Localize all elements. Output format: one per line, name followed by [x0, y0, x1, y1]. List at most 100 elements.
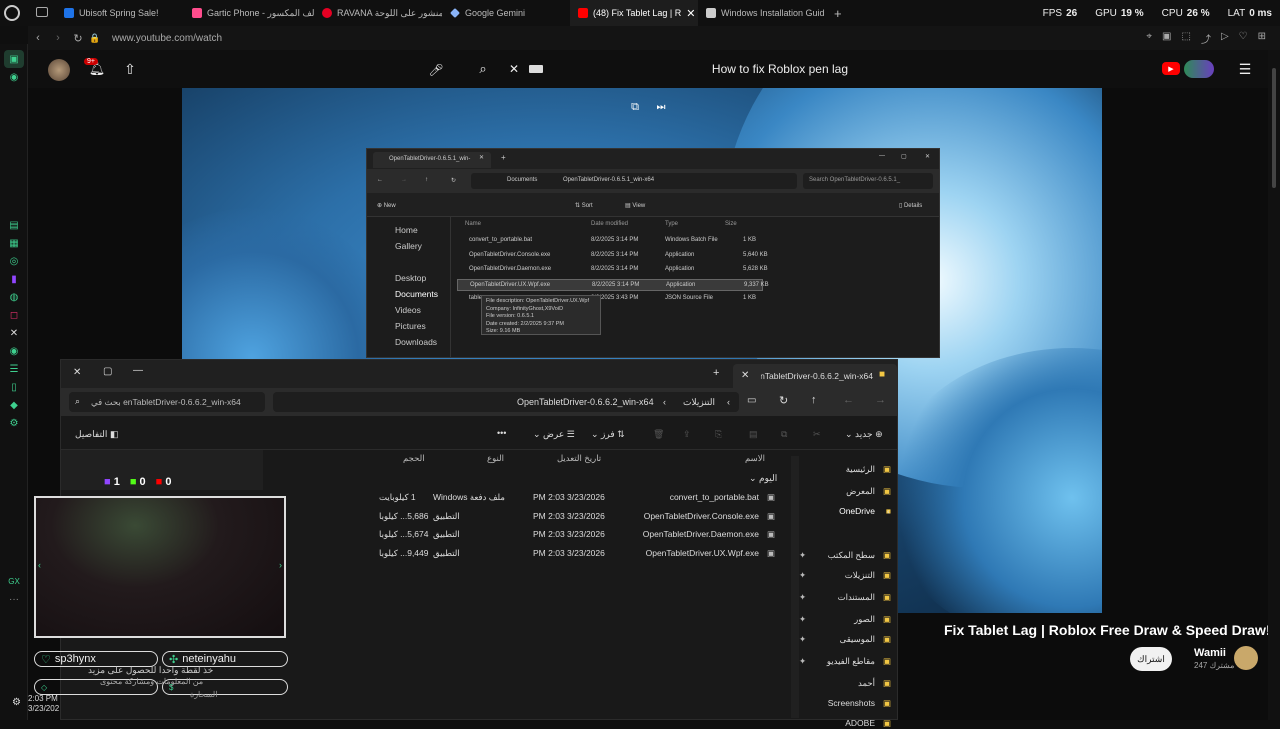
breadcrumb[interactable]: OpenTabletDriver-0.6.6.2_win-x64 ‹ التنز…	[273, 392, 739, 412]
pc-icon[interactable]: ▭	[747, 395, 756, 406]
refresh-icon[interactable]: ↻	[451, 177, 456, 184]
nav-downloads[interactable]: Downloads	[395, 337, 437, 347]
scrollbar[interactable]	[791, 456, 799, 718]
nav-item[interactable]: الصور	[854, 614, 875, 625]
share-icon[interactable]: ⤴	[1201, 31, 1211, 46]
column-size[interactable]: الحجم	[403, 453, 425, 464]
cut-icon[interactable]: ✂	[813, 429, 821, 440]
discord-icon[interactable]: ◉	[0, 68, 28, 86]
nav-desktop[interactable]: Desktop	[395, 273, 426, 283]
pin-icon[interactable]: ✦	[799, 656, 806, 667]
twitch-icon[interactable]: ▮	[0, 270, 28, 288]
skip-next-icon[interactable]: ⏭	[654, 100, 668, 114]
new-button[interactable]: ⊕ New	[377, 202, 396, 209]
pin-icon[interactable]: ✦	[799, 634, 806, 645]
up-icon[interactable]: ↑	[425, 177, 428, 183]
pin-icon[interactable]: ✦	[799, 592, 806, 603]
nav-item[interactable]: مقاطع الفيديو	[827, 656, 875, 667]
refresh-icon[interactable]: ↻	[779, 394, 788, 407]
pin-icon[interactable]: ⌖	[1146, 31, 1152, 46]
nav-documents[interactable]: Documents	[395, 289, 438, 299]
nav-item[interactable]: المعرض	[846, 486, 875, 497]
minimize-icon[interactable]: —	[879, 153, 885, 159]
microphone-icon[interactable]: 🎤︎	[426, 60, 446, 80]
column-type[interactable]: النوع	[487, 453, 504, 464]
close-tab-icon[interactable]: ✕	[741, 370, 749, 381]
channel-logo[interactable]	[1184, 60, 1214, 78]
share-icon[interactable]: ⇪	[683, 429, 691, 440]
pin-icon[interactable]: ✦	[799, 614, 806, 625]
spotify-icon[interactable]: ◉	[0, 342, 28, 360]
video-title[interactable]: Fix Tablet Lag | Roblox Free Draw & Spee…	[944, 622, 1271, 638]
subscribe-button[interactable]: اشتراك	[1130, 647, 1172, 671]
pin-icon[interactable]: ✦	[799, 570, 806, 581]
maximize-icon[interactable]: ▢	[103, 366, 112, 377]
file-row[interactable]: OpenTabletDriver.UX.Wpf.exe 8/2/2025 3:14…	[457, 278, 769, 291]
forward-icon[interactable]: ›	[48, 32, 68, 44]
reload-icon[interactable]: ↻	[68, 32, 88, 45]
minimize-icon[interactable]: —	[133, 365, 143, 376]
youtube-logo-icon[interactable]: ▶	[1162, 62, 1180, 75]
close-icon[interactable]: ✕	[73, 367, 81, 378]
sort-button[interactable]: ⇅ Sort	[575, 202, 593, 209]
up-icon[interactable]: ↑	[811, 394, 817, 406]
search-input[interactable]: Search OpenTabletDriver-0.6.5.1_	[803, 173, 933, 189]
opera-logo-icon[interactable]	[4, 5, 20, 21]
file-row[interactable]: OpenTabletDriver.Console.exe 8/2/2025 3:1…	[457, 250, 768, 262]
sort-button[interactable]: ⌄ فرز ⇅	[591, 429, 625, 440]
paste-icon[interactable]: ▤	[749, 429, 758, 440]
snapshot-icon[interactable]: ▣	[1162, 31, 1171, 46]
settings-icon[interactable]: ⚙	[0, 414, 28, 432]
column-date[interactable]: تاريخ التعديل	[557, 453, 601, 464]
delete-icon[interactable]: 🗑︎	[653, 429, 664, 440]
explorer-tab[interactable]: OpenTabletDriver-0.6.5.1_win-	[373, 152, 491, 168]
details-button[interactable]: ▯ Details	[899, 202, 922, 209]
keyboard-icon[interactable]	[529, 65, 543, 73]
file-row[interactable]: convert_to_portable.bat 8/2/2025 3:14 PM W…	[457, 235, 763, 247]
heart-icon[interactable]: ♡	[1239, 31, 1248, 46]
browser-tab[interactable]: Gartic Phone - لف المكسور	[184, 0, 314, 26]
breadcrumb[interactable]: Documents OpenTabletDriver-0.6.5.1_win-x…	[471, 173, 797, 189]
group-header[interactable]: ⌄ اليوم	[749, 473, 777, 484]
forward-icon[interactable]: →	[401, 177, 407, 183]
history-icon[interactable]: ▯	[0, 378, 28, 396]
search-input[interactable]: بحث في enTabletDriver-0.6.6.2_win-x64	[69, 392, 265, 412]
new-tab-icon[interactable]: +	[713, 367, 719, 379]
close-icon[interactable]: ✕	[925, 153, 930, 160]
nav-item[interactable]: الموسيقى	[840, 634, 875, 645]
new-button[interactable]: ⌄ جديد ⊕	[845, 429, 883, 440]
channel-name[interactable]: Wamii	[1194, 647, 1226, 659]
url-field[interactable]: www.youtube.com/watch	[112, 33, 222, 44]
nav-item[interactable]: المستندات	[838, 592, 875, 603]
explorer-tab[interactable]: ✕ OpenTabletDriver-0.6.6.2_win-x64 ■	[733, 364, 897, 388]
x-icon[interactable]: ✕	[0, 324, 28, 342]
search-box[interactable]: ⌕ ✕ How to fix Roblox pen lag	[479, 58, 848, 80]
back-icon[interactable]: →	[875, 394, 886, 406]
clear-search-icon[interactable]: ✕	[505, 62, 523, 76]
column-name[interactable]: الاسم	[745, 453, 765, 464]
gx-logo-icon[interactable]: GX	[0, 572, 28, 590]
instagram-icon[interactable]: ◻	[0, 306, 28, 324]
browser-tab[interactable]: Google Gemini	[442, 0, 570, 26]
browser-tab[interactable]: Windows Installation Guid	[698, 0, 826, 26]
player-icon[interactable]: ☰	[0, 360, 28, 378]
avatar[interactable]	[48, 59, 70, 81]
box-icon[interactable]: ▦	[0, 234, 28, 252]
speed-dial-icon[interactable]: ▤	[0, 216, 28, 234]
nav-item[interactable]: سطح المكتب	[828, 550, 875, 561]
gx-corner-icon[interactable]: ▣	[4, 50, 24, 68]
browser-tab-active[interactable]: (48) Fix Tablet Lag | R ✕	[570, 0, 698, 26]
nav-home[interactable]: Home	[395, 225, 418, 235]
pin-sidebar-icon[interactable]: ◆	[0, 396, 28, 414]
more-options-button[interactable]: •••	[497, 428, 506, 438]
browser-tab[interactable]: Ubisoft Spring Sale!	[56, 0, 184, 26]
tab-workspace-icon[interactable]	[36, 7, 48, 17]
upload-icon[interactable]: ⇧	[122, 60, 138, 78]
nav-gallery[interactable]: Gallery	[395, 241, 422, 251]
browser-tab[interactable]: RAVANA منشور على اللوحة	[314, 0, 442, 26]
search-icon[interactable]: ⌕	[473, 61, 493, 77]
new-tab-icon[interactable]: +	[501, 153, 506, 162]
nav-item[interactable]: أحمد	[858, 678, 875, 689]
nav-videos[interactable]: Videos	[395, 305, 421, 315]
miniplayer-icon[interactable]: ⧉	[628, 100, 642, 114]
